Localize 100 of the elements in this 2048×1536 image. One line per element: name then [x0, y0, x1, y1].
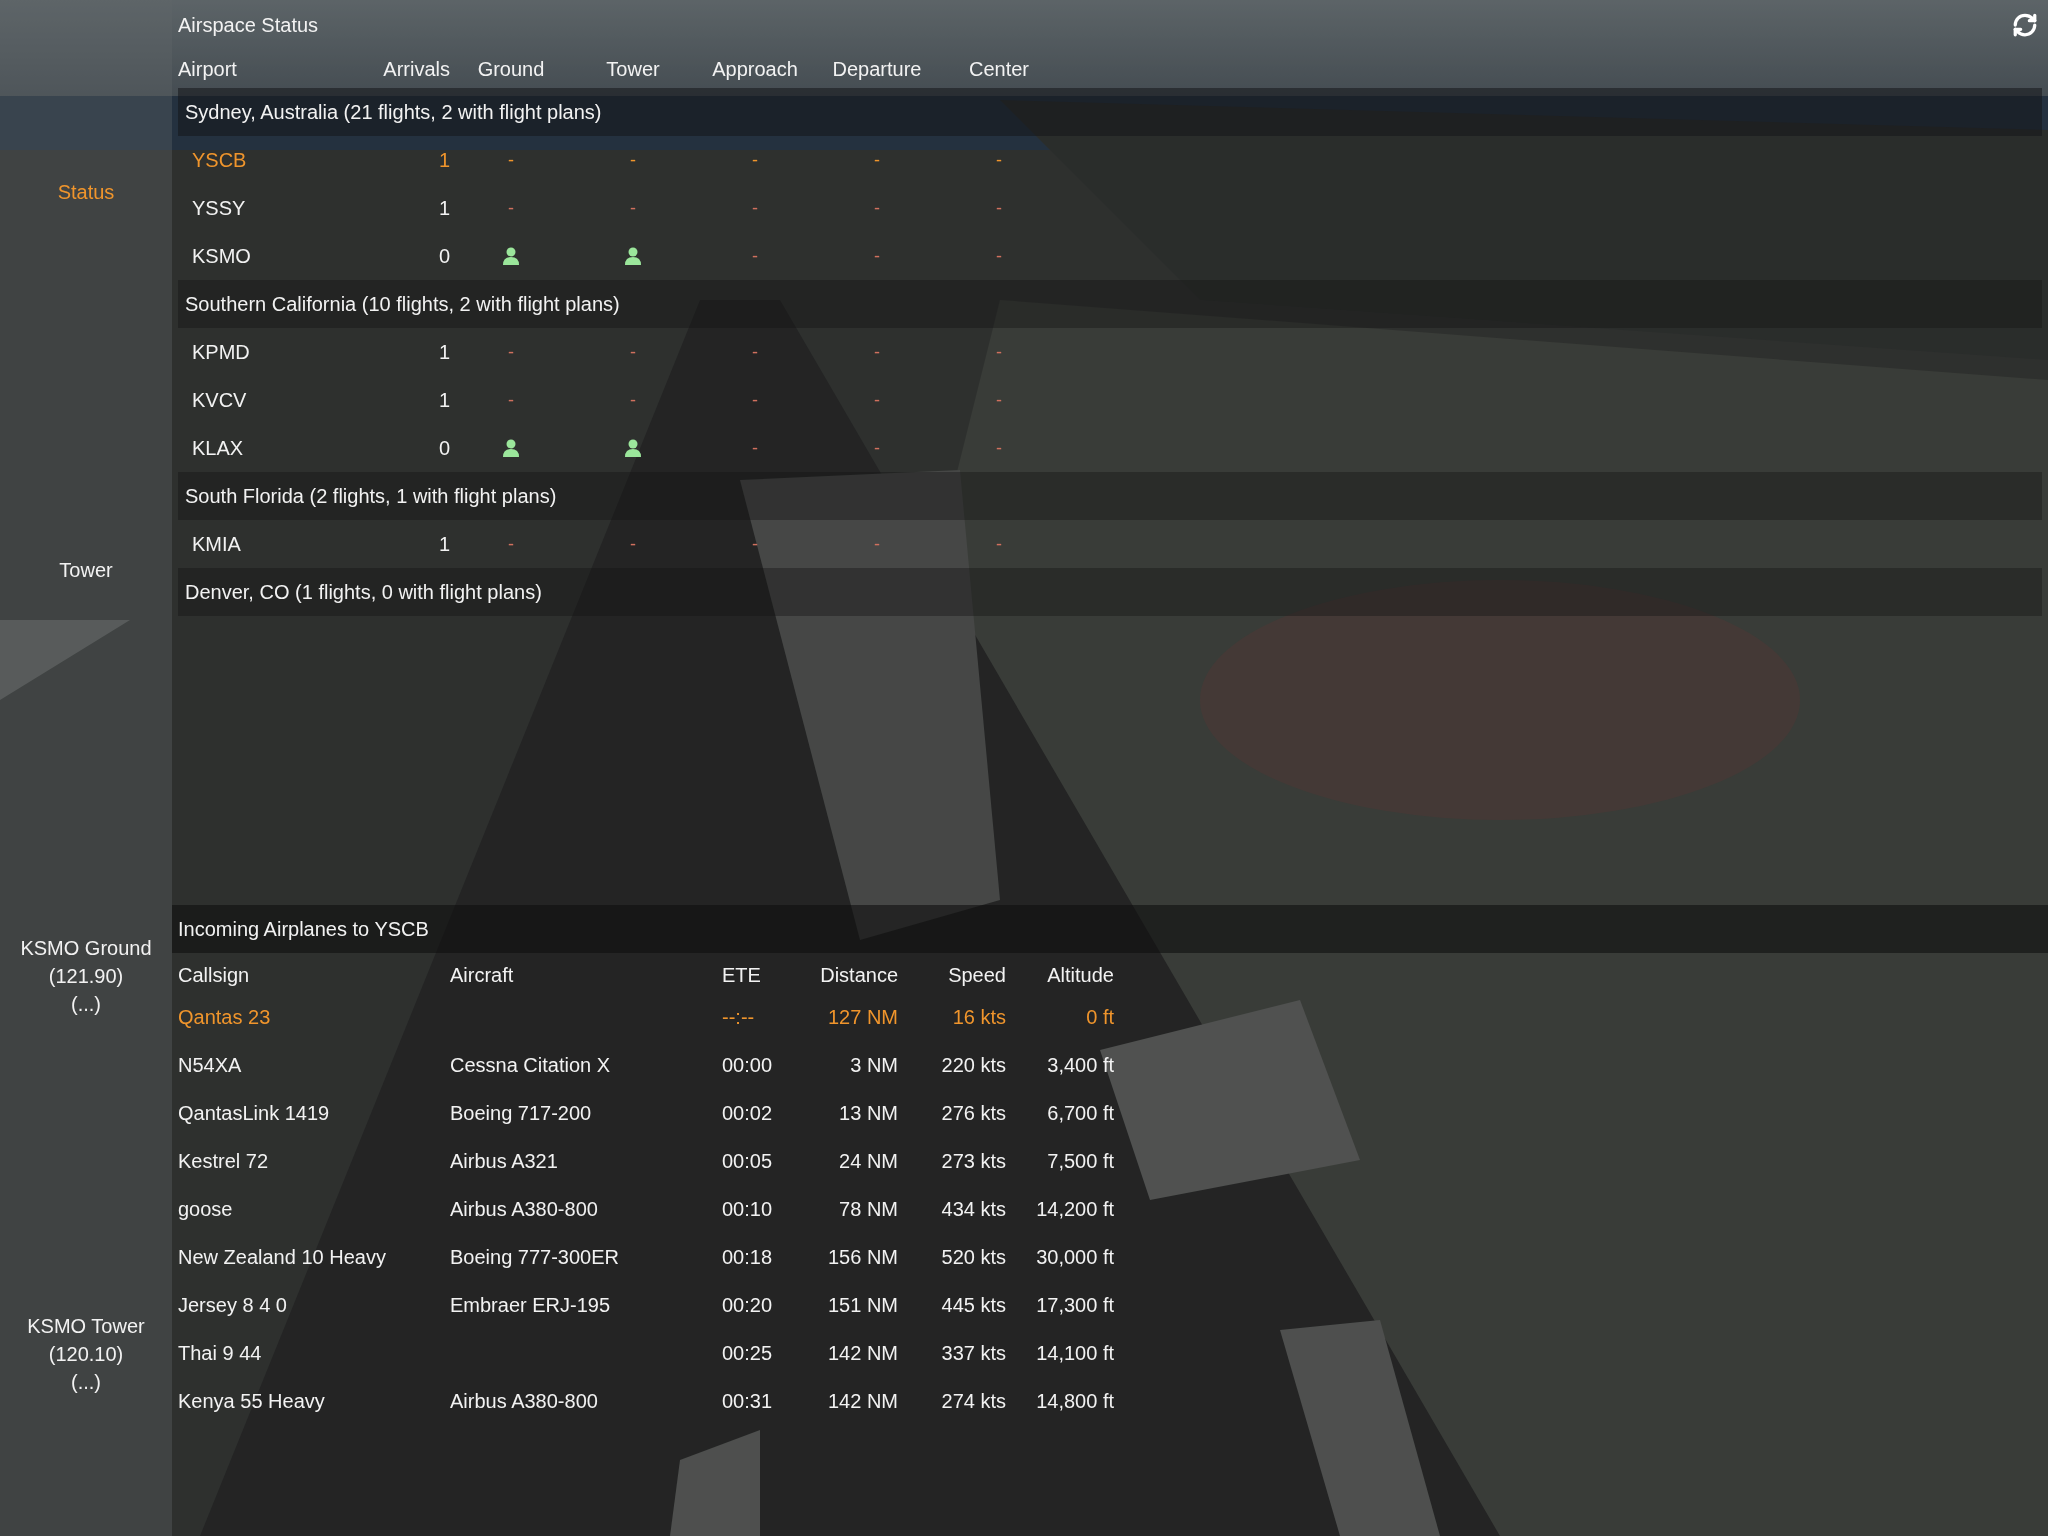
table-cell-text: 00:10	[722, 1197, 774, 1222]
table-cell-text: 00:02	[722, 1101, 774, 1126]
table-cell-text: 520 kts	[940, 1245, 1006, 1270]
table-cell-text: 142 NM	[826, 1341, 898, 1366]
table-cell-text: 3 NM	[849, 1053, 898, 1078]
table-cell-text: Boeing 777-300ER	[450, 1245, 620, 1270]
sidebar-item[interactable]: Status	[53, 178, 119, 206]
arrivals-count: 0	[437, 436, 450, 461]
table-cell-text: 6,700 ft	[1046, 1101, 1114, 1126]
vacant-dash: -	[874, 197, 880, 220]
vacant-dash: -	[508, 533, 514, 556]
table-cell-text: Airbus A380-800	[450, 1389, 599, 1414]
arrivals-count: 1	[437, 388, 450, 413]
table-cell-text: 337 kts	[940, 1341, 1006, 1366]
arrivals-count: 1	[437, 340, 450, 365]
arrivals-count: 1	[437, 532, 450, 557]
table-cell-text: 30,000 ft	[1035, 1245, 1114, 1270]
table-cell-text: Qantas 23	[178, 1005, 272, 1030]
arrivals-count: 0	[437, 244, 450, 269]
table-cell-text: QantasLink 1419	[178, 1101, 331, 1126]
arrivals-count: 1	[437, 196, 450, 221]
vacant-dash: -	[996, 437, 1002, 460]
table-cell-text: Embraer ERJ-195	[450, 1293, 612, 1318]
table-cell-text: 00:31	[722, 1389, 774, 1414]
vacant-dash: -	[874, 533, 880, 556]
vacant-dash: -	[630, 533, 636, 556]
table-cell-text: Kestrel 72	[178, 1149, 270, 1174]
table-cell-text: 00:18	[722, 1245, 774, 1270]
person-icon	[503, 439, 519, 457]
table-cell-text: 220 kts	[940, 1053, 1006, 1078]
vacant-dash: -	[752, 437, 758, 460]
table-cell-text: 00:05	[722, 1149, 774, 1174]
column-header: Distance	[819, 963, 898, 988]
region-header[interactable]: Southern California (10 flights, 2 with flight plans)	[178, 280, 2042, 328]
table-cell-text: 7,500 ft	[1046, 1149, 1114, 1174]
table-cell-text: 445 kts	[940, 1293, 1006, 1318]
vacant-dash: -	[508, 149, 514, 172]
airport-code[interactable]: KPMD	[178, 328, 378, 376]
column-header: Airport	[178, 57, 238, 82]
vacant-dash: -	[508, 197, 514, 220]
airport-code[interactable]: YSSY	[178, 184, 378, 232]
column-header: Ground	[476, 57, 546, 82]
table-cell-text: 00:25	[722, 1341, 774, 1366]
airport-code[interactable]: KVCV	[178, 376, 378, 424]
vacant-dash: -	[508, 341, 514, 364]
table-cell-text: 142 NM	[826, 1389, 898, 1414]
table-cell-text: 14,800 ft	[1035, 1389, 1114, 1414]
airport-code[interactable]: KSMO	[178, 232, 378, 280]
panel-title: Airspace Status	[178, 13, 319, 37]
sidebar-item[interactable]: Tower	[55, 556, 117, 584]
vacant-dash: -	[630, 341, 636, 364]
vacant-dash: -	[996, 389, 1002, 412]
column-header: Arrivals	[382, 57, 450, 82]
table-cell-text: Boeing 717-200	[450, 1101, 593, 1126]
table-cell-text: 78 NM	[838, 1197, 898, 1222]
table-cell-text: goose	[178, 1197, 234, 1222]
table-cell-text: N54XA	[178, 1053, 243, 1078]
person-icon	[625, 439, 641, 457]
table-cell-text: 273 kts	[940, 1149, 1006, 1174]
panel-title: Incoming Airplanes to YSCB	[172, 905, 2048, 953]
sidebar-item[interactable]: KSMO Ground (121.90) (...)	[16, 934, 156, 1018]
column-header: ETE	[722, 963, 762, 988]
vacant-dash: -	[996, 245, 1002, 268]
sidebar-item[interactable]: KSMO Tower (120.10) (...)	[23, 1312, 149, 1396]
airport-code[interactable]: KLAX	[178, 424, 378, 472]
vacant-dash: -	[874, 245, 880, 268]
column-header: Aircraft	[450, 963, 515, 988]
airport-code[interactable]: KMIA	[178, 520, 378, 568]
region-header[interactable]: Denver, CO (1 flights, 0 with flight plans)	[178, 568, 2042, 616]
table-cell-text: --:--	[722, 1005, 756, 1030]
region-header[interactable]: South Florida (2 flights, 1 with flight plans)	[178, 472, 2042, 520]
table-cell-text: Airbus A380-800	[450, 1197, 599, 1222]
vacant-dash: -	[630, 389, 636, 412]
table-cell-text: 00:00	[722, 1053, 774, 1078]
vacant-dash: -	[752, 341, 758, 364]
vacant-dash: -	[630, 197, 636, 220]
column-header: Tower	[605, 57, 661, 82]
vacant-dash: -	[874, 389, 880, 412]
table-cell-text: Kenya 55 Heavy	[178, 1389, 326, 1414]
vacant-dash: -	[752, 533, 758, 556]
vacant-dash: -	[996, 149, 1002, 172]
airport-code[interactable]: YSCB	[178, 136, 378, 184]
column-header: Departure	[831, 57, 923, 82]
table-cell-text: 127 NM	[826, 1005, 898, 1030]
column-header: Approach	[711, 57, 799, 82]
table-cell-text: 00:20	[722, 1293, 774, 1318]
table-cell-text: 3,400 ft	[1046, 1053, 1114, 1078]
table-cell-text: 17,300 ft	[1035, 1293, 1114, 1318]
vacant-dash: -	[874, 149, 880, 172]
person-icon	[625, 247, 641, 265]
person-icon	[503, 247, 519, 265]
table-cell-text: New Zealand 10 Heavy	[178, 1245, 387, 1270]
vacant-dash: -	[752, 245, 758, 268]
vacant-dash: -	[752, 197, 758, 220]
table-cell-text: 151 NM	[826, 1293, 898, 1318]
region-header[interactable]: Sydney, Australia (21 flights, 2 with flight plans)	[178, 88, 2042, 136]
vacant-dash: -	[874, 437, 880, 460]
vacant-dash: -	[752, 149, 758, 172]
table-cell-text: Airbus A321	[450, 1149, 559, 1174]
table-cell-text: 274 kts	[940, 1389, 1006, 1414]
